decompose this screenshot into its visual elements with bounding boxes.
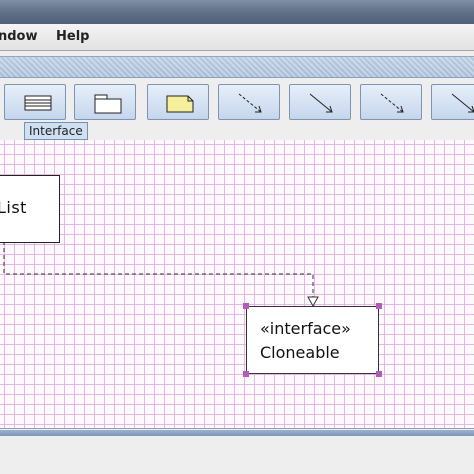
interface-name: Cloneable [260, 343, 340, 362]
diagram-toolbar [0, 78, 474, 128]
class-node[interactable]: yList [0, 175, 60, 243]
interface-stereotype: «interface» [260, 319, 351, 338]
dependency-tool-button[interactable] [218, 84, 280, 120]
selection-handle-top-right[interactable] [376, 303, 382, 309]
aggregation-tool-button[interactable] [431, 84, 474, 120]
menu-help[interactable]: Help [56, 29, 89, 44]
dependency-connector[interactable] [0, 140, 474, 428]
class-name: yList [0, 198, 27, 217]
interface-tool-button[interactable] [4, 84, 66, 120]
diagram-canvas[interactable]: yList «interface» Cloneable [0, 140, 474, 429]
generalization-tool-button[interactable] [360, 84, 422, 120]
package-tool-button[interactable] [74, 84, 136, 120]
dashed-arrow-icon [380, 93, 404, 113]
window-title-bar[interactable] [0, 0, 474, 24]
note-icon [166, 95, 194, 113]
selection-handle-bottom-left[interactable] [243, 371, 249, 377]
interface-node[interactable]: «interface» Cloneable [246, 306, 379, 374]
status-bar [0, 436, 474, 474]
dashed-arrow-icon [238, 93, 262, 113]
package-icon [94, 94, 122, 114]
note-tool-button[interactable] [147, 84, 209, 120]
tooltip: Interface [24, 122, 88, 140]
interface-icon [24, 95, 52, 111]
association-tool-button[interactable] [289, 84, 351, 120]
selection-handle-bottom-right[interactable] [376, 371, 382, 377]
toolbar-grip [0, 56, 474, 78]
solid-arrow-icon [451, 93, 474, 113]
menu-window[interactable]: ndow [0, 29, 38, 44]
menu-bar: ndow Help [0, 24, 474, 51]
solid-arrow-icon [309, 93, 333, 113]
selection-handle-top-left[interactable] [243, 303, 249, 309]
